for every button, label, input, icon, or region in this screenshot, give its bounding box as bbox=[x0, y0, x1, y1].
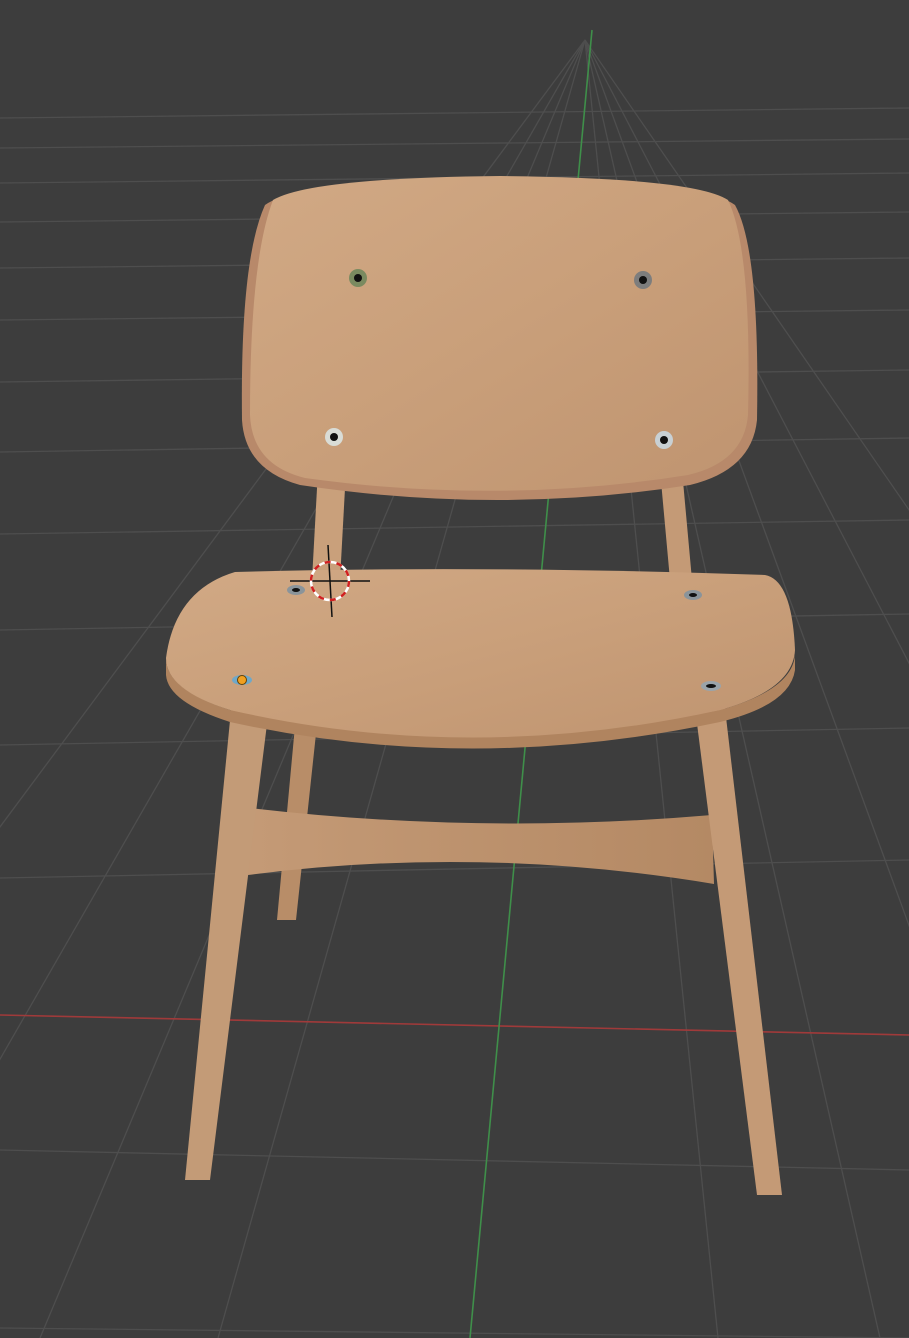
chair-model[interactable] bbox=[166, 176, 795, 1195]
chair-stretcher bbox=[248, 808, 714, 884]
chair-front-leg-left bbox=[185, 700, 270, 1180]
x-axis-line bbox=[0, 1014, 909, 1036]
chair-front-leg-right bbox=[694, 700, 782, 1195]
object-origin-icon[interactable] bbox=[237, 675, 247, 685]
3d-viewport[interactable] bbox=[0, 0, 909, 1338]
chair-backrest bbox=[250, 176, 749, 491]
